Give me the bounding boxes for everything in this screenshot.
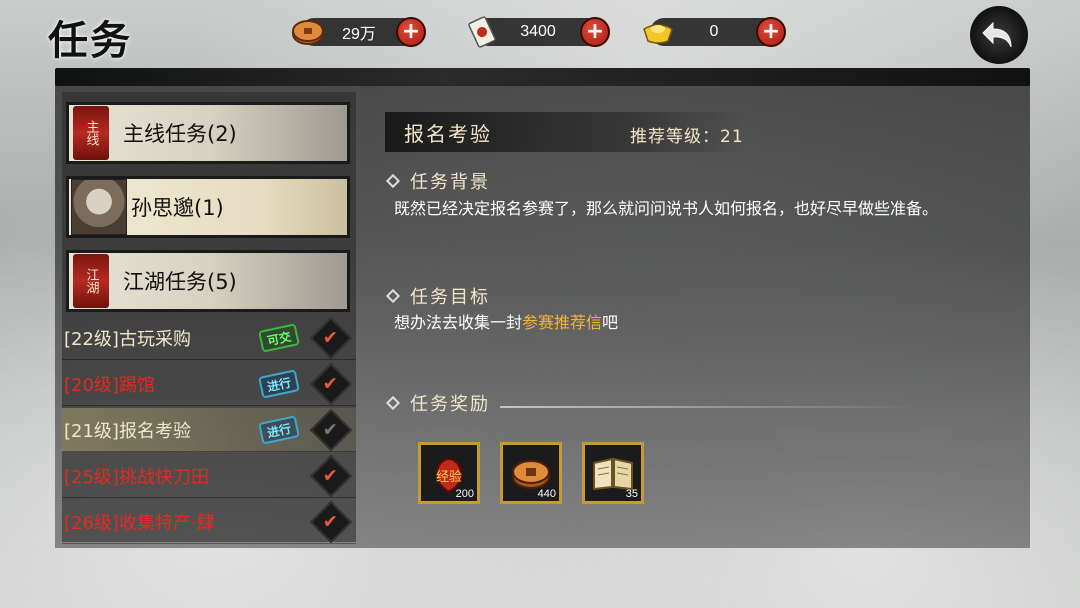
ticket-icon	[464, 14, 500, 50]
reward-amount: 200	[455, 488, 474, 500]
quest-row-challenge[interactable]: [25级]挑战快刀田 ✔	[62, 454, 356, 498]
quest-toggle-checkbox[interactable]: ✔	[309, 362, 353, 405]
sun-simiao-avatar	[71, 179, 127, 235]
reward-copper[interactable]: 440	[500, 442, 562, 504]
diamond-bullet-icon	[385, 395, 401, 411]
quest-toggle-checkbox[interactable]: ✔	[309, 454, 353, 497]
quest-row-kick-hall[interactable]: [20级]踢馆 进行 ✔	[62, 362, 356, 406]
check-icon: ✔	[323, 419, 339, 440]
copper-coins-icon	[512, 460, 550, 489]
quest-status-badge: 进行	[258, 368, 300, 399]
quest-name: [25级]挑战快刀田	[64, 466, 209, 488]
diamond-bullet-icon	[385, 288, 401, 304]
quest-row-collect[interactable]: [26级]收集特产·肆 ✔	[62, 500, 356, 544]
reward-divider	[500, 406, 920, 408]
category-sun-simiao[interactable]: 孙思邈(1)	[66, 176, 350, 238]
quest-detail-title: 报名考验	[404, 122, 492, 146]
objective-item-link[interactable]: 参赛推荐信	[522, 313, 602, 332]
page-title: 任务	[48, 17, 132, 64]
check-icon: ✔	[323, 327, 339, 348]
background-text: 既然已经决定报名参赛了，那么就问问说书人如何报名，也好尽早做些准备。	[394, 199, 939, 218]
objective-suffix: 吧	[602, 313, 619, 332]
book-icon	[593, 457, 633, 491]
gold-ingot-icon	[640, 14, 676, 50]
background-heading: 任务背景	[385, 168, 490, 194]
recommended-level: 推荐等级：21	[630, 127, 744, 147]
category-label: 江湖任务(5)	[123, 270, 237, 294]
quest-toggle-checkbox[interactable]: ✔	[309, 500, 353, 543]
back-button[interactable]	[970, 6, 1028, 64]
reward-amount: 440	[537, 488, 556, 500]
quest-name: [21级]报名考验	[64, 420, 191, 442]
check-icon: ✔	[323, 373, 339, 394]
reward-heading: 任务奖励	[385, 390, 490, 416]
reward-experience[interactable]: 经验 200	[418, 442, 480, 504]
quest-name: [26级]收集特产·肆	[64, 512, 215, 534]
back-arrow-icon	[982, 21, 1012, 48]
quest-status-badge: 进行	[258, 414, 300, 445]
check-icon: ✔	[323, 511, 339, 532]
objective-text: 想办法去收集一封参赛推荐信吧	[394, 312, 994, 334]
copper-currency: 29万 +	[292, 17, 426, 47]
objective-prefix: 想办法去收集一封	[394, 313, 523, 332]
copper-coin-icon	[290, 14, 326, 50]
reward-book[interactable]: 35	[582, 442, 644, 504]
quest-toggle-checkbox[interactable]: ✔	[309, 316, 353, 359]
reward-amount: 35	[625, 488, 638, 500]
quest-row-registration[interactable]: [21级]报名考验 进行 ✔	[62, 408, 356, 452]
category-jianghu-quests[interactable]: 江湖 江湖任务(5)	[66, 250, 350, 312]
main-quest-badge: 主线	[73, 106, 109, 160]
svg-text:经验: 经验	[436, 469, 462, 485]
add-copper-button[interactable]: +	[396, 17, 426, 47]
add-gold-button[interactable]: +	[756, 17, 786, 47]
quest-toggle-checkbox[interactable]: ✔	[309, 408, 353, 451]
section-heading-text: 任务奖励	[410, 394, 490, 415]
ticket-currency: 3400 +	[468, 16, 610, 48]
section-heading-text: 任务背景	[410, 172, 490, 193]
category-label: 主线任务(2)	[123, 122, 237, 146]
section-heading-text: 任务目标	[410, 287, 490, 308]
quest-row-antique[interactable]: [22级]古玩采购 可交 ✔	[62, 316, 356, 360]
add-ticket-button[interactable]: +	[580, 17, 610, 47]
diamond-bullet-icon	[385, 173, 401, 189]
quest-name: [22级]古玩采购	[64, 328, 191, 350]
check-icon: ✔	[323, 465, 339, 486]
gold-currency: 0 +	[643, 17, 786, 47]
quest-name: [20级]踢馆	[64, 374, 155, 396]
quest-status-badge: 可交	[258, 322, 300, 353]
objective-heading: 任务目标	[385, 283, 490, 309]
category-label: 孙思邈(1)	[131, 196, 224, 220]
category-main-quests[interactable]: 主线 主线任务(2)	[66, 102, 350, 164]
jianghu-quest-badge: 江湖	[73, 254, 109, 308]
panel-brush-stroke	[55, 68, 1030, 86]
